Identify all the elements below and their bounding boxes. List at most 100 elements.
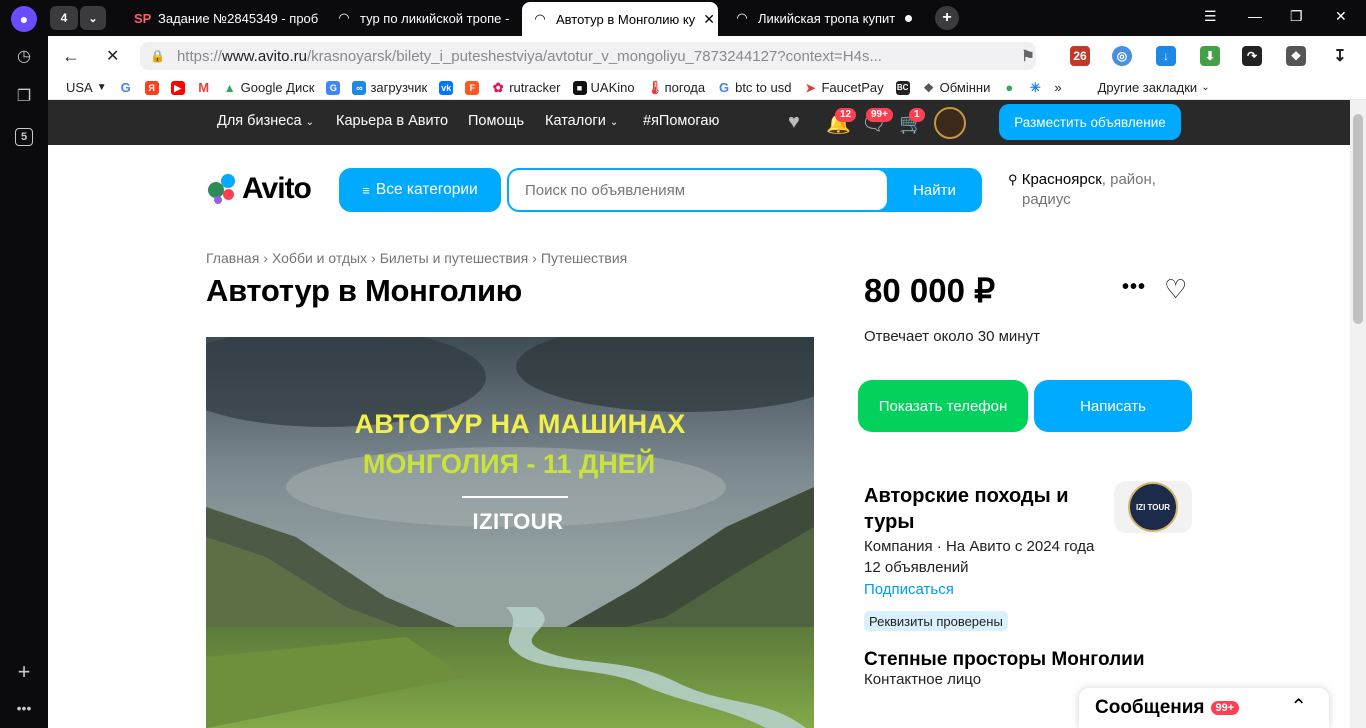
avito-logo[interactable]: Avito [206,172,312,206]
nav-help[interactable]: Помощь [468,113,524,129]
listing-title: Автотур в Монголию [206,273,522,308]
bookmark-exchange[interactable]: ❖ Обмінни [922,80,990,95]
profile-avatar[interactable]: ● [11,6,37,32]
photo-brand: IZITOUR [472,509,564,534]
tab-label: Автотур в Монголию ку [556,11,696,27]
bookmarks-overflow[interactable]: » [1054,80,1061,95]
bookmark-rutracker[interactable]: ✿ rutracker [491,80,561,95]
show-phone-button[interactable]: Показать телефон [858,380,1028,432]
location-selector[interactable]: ⚲ Красноярск, район, радиус [1008,170,1188,210]
search-input[interactable] [509,170,887,210]
post-ad-button[interactable]: Разместить объявление [999,104,1181,140]
bookmark-f[interactable]: F [465,80,480,95]
bookmark-gmail[interactable]: M [197,79,211,95]
browser-sidebar: ● ◷ ❐ 5 + ••• [0,0,48,728]
bookmark-youtube[interactable]: ▶ [170,80,185,95]
breadcrumb-home[interactable]: Главная [206,250,259,266]
seller-logo-badge: IZI TOUR [1128,482,1178,532]
bookmark-btc[interactable]: Gbtc to usd [717,80,791,95]
bookmark-faucetpay[interactable]: ➤ FaucetPay [803,80,883,95]
bookmark-icon[interactable]: ⚑ [1018,46,1038,66]
nav-ihelp[interactable]: #яПомогаю [643,113,719,129]
collections-icon[interactable]: ❐ [12,84,36,108]
tab-1[interactable]: SP Задание №2845349 - проб [124,4,320,32]
user-avatar[interactable] [934,107,966,139]
extension-badge-icon[interactable]: 26 [1070,46,1090,66]
close-tab-icon[interactable]: ✕ [703,11,715,28]
back-icon[interactable]: ← [62,46,80,67]
tab-4[interactable]: ◠ Ликийская тропа купит [724,4,922,32]
bookmark-label: загрузчик [370,80,428,95]
nav-business[interactable]: Для бизнеса ⌄ [217,113,314,129]
favorites-heart-icon[interactable]: ♥ [788,111,800,134]
tab-active[interactable]: ◠ Автотур в Монголию ку ✕ [522,2,718,36]
chevron-up-icon[interactable]: ⌃ [1290,694,1307,719]
favorite-heart-icon[interactable]: ♡ [1164,274,1187,305]
listing-photo[interactable]: АВТОТУР НА МАШИНАХ МОНГОЛИЯ - 11 ДНЕЙ IZ… [206,337,814,728]
downloads-icon[interactable]: ↧ [1330,46,1350,66]
seller-name[interactable]: Авторские походы и туры [864,483,1104,535]
bookmark-weather[interactable]: 🌡 погода [647,80,706,95]
minimize-icon[interactable]: — [1248,8,1262,24]
add-panel-icon[interactable]: + [12,659,36,684]
sidebar-badge[interactable]: 5 [15,128,33,146]
breadcrumb-hobby[interactable]: Хобби и отдых [272,250,367,266]
bookmark-usa[interactable]: USA ▼ [66,80,107,95]
address-bar[interactable]: 🔒 https:// www.avito.ru /krasnoyarsk/bil… [140,42,1036,70]
photo-divider [462,496,568,498]
more-options-icon[interactable]: ••• [1122,276,1146,299]
share-extension-icon[interactable]: ↷ [1242,46,1262,66]
bookmark-google[interactable]: G [119,80,133,95]
page-scrollbar[interactable] [1350,100,1366,728]
write-message-button[interactable]: Написать [1034,380,1192,432]
bookmark-uakino[interactable]: ■ UAKino [572,80,635,95]
seller-logo[interactable]: IZI TOUR [1114,481,1192,533]
bookmark-label: погода [664,80,706,95]
puzzle-extension-icon[interactable]: ❖ [1286,46,1306,66]
tabs-dropdown-icon[interactable]: ⌄ [80,6,106,30]
seller-ads-count[interactable]: 12 объявлений [864,559,969,576]
new-tab-button[interactable]: + [935,6,959,30]
subscribe-link[interactable]: Подписаться [864,581,954,598]
download-extension-icon[interactable]: ↓ [1156,46,1176,66]
nav-career[interactable]: Карьера в Авито [336,113,448,129]
bookmark-loader[interactable]: ∞ загрузчик [352,80,427,95]
nav-catalogs[interactable]: Каталоги ⌄ [545,113,618,129]
download-manager-icon[interactable]: ⬇ [1200,46,1220,66]
bookmark-translate[interactable]: G [326,80,341,95]
bookmark-label: UAKino [590,80,635,95]
sidebar-more-icon[interactable]: ••• [12,696,36,720]
bookmark-bc[interactable]: BC [895,80,910,95]
location-extra: , район, [1101,171,1156,188]
menu-icon[interactable]: ☰ [1204,8,1217,25]
bookmark-maps[interactable]: ● [1002,80,1016,95]
bookmark-vk[interactable]: vk [439,80,454,95]
contact-name: Степные просторы Монголии [864,649,1145,670]
search-button[interactable]: Найти [887,168,982,212]
other-bookmarks[interactable]: Другие закладки ⌄ [1098,80,1210,95]
globe-extension-icon[interactable]: ◎ [1112,46,1132,66]
tab-2[interactable]: ◠ тур по ликийской тропе - [326,4,516,32]
bookmark-yandex[interactable]: Я [144,80,159,95]
bookmark-label: rutracker [509,80,561,95]
tab-count[interactable]: 4 [50,6,78,30]
messages-widget[interactable]: Сообщения 99+ ⌃ [1079,688,1329,728]
stop-loading-icon[interactable]: ✕ [106,46,119,66]
photo-caption-2: МОНГОЛИЯ - 11 ДНЕЙ [362,449,656,479]
bookmark-star[interactable]: ✳ [1028,80,1042,95]
google-icon: G [719,79,730,95]
photo-caption-1: АВТОТУР НА МАШИНАХ [354,409,686,439]
gmail-icon: M [198,79,210,95]
drive-icon: ▲ [223,80,236,95]
history-icon[interactable]: ◷ [12,44,36,68]
breadcrumb-travel[interactable]: Путешествия [541,250,627,266]
youtube-icon: ▶ [170,80,185,95]
close-window-icon[interactable]: ✕ [1335,8,1347,25]
restore-icon[interactable]: ❐ [1290,8,1303,25]
scrollbar-thumb[interactable] [1353,114,1363,324]
loading-icon: ◠ [534,11,546,26]
breadcrumb-tickets[interactable]: Билеты и путешествия [380,250,528,266]
bookmark-drive[interactable]: ▲ Google Диск [223,80,315,95]
all-categories-button[interactable]: ≡ Все категории [339,168,501,212]
cart-badge: 1 [909,108,925,122]
